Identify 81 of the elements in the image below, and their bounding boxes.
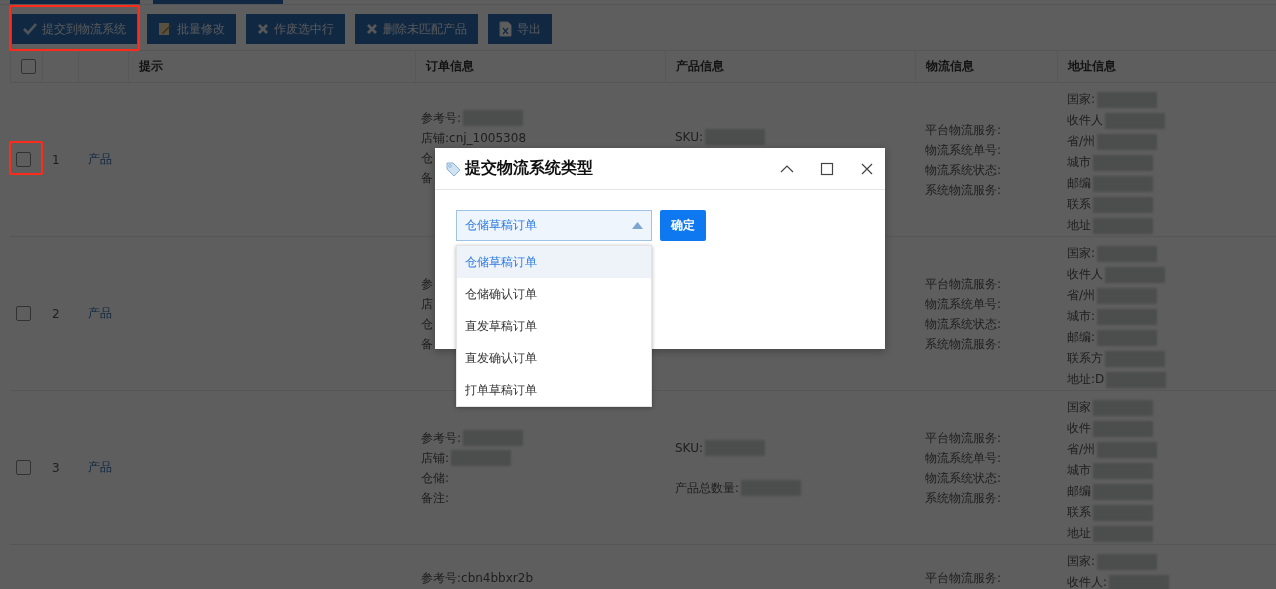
spreadsheet-file-icon: [499, 21, 512, 37]
logistics-info-text: 物流系统单号:: [925, 449, 1002, 467]
checkbox[interactable]: [16, 460, 31, 475]
cross-icon: [366, 23, 378, 35]
maximize-icon: [819, 160, 835, 177]
order-info-text: 备注:: [421, 489, 450, 507]
tag-icon: [445, 160, 461, 177]
address-info-text: 城市: [1067, 462, 1091, 479]
address-info-text: 联系方: [1067, 350, 1103, 367]
dialog-title: 提交物流系统类型: [465, 158, 594, 179]
address-info-text: 地址: [1067, 217, 1091, 234]
caret-up-icon: [632, 222, 643, 229]
row-number: 3: [52, 460, 61, 475]
checkbox[interactable]: [16, 306, 31, 321]
order-info-text: 仓储:: [421, 469, 450, 487]
column-header: 产品信息: [676, 58, 724, 75]
address-info-text: 国家:: [1067, 91, 1096, 108]
address-info-text: 城市:: [1067, 308, 1096, 325]
order-info-text: 参: [421, 275, 433, 293]
logistics-info-text: 平台物流服务:: [925, 570, 1002, 587]
cross-icon: [257, 23, 269, 35]
address-info-text: 城市: [1067, 154, 1091, 171]
order-info-text: 仓: [421, 315, 433, 333]
address-info-text: 联系: [1067, 196, 1091, 213]
order-info-text: 店铺:: [421, 449, 450, 467]
product-link[interactable]: 产品: [88, 305, 128, 322]
logistics-info-text: 物流系统状态:: [925, 161, 1002, 179]
address-info-text: 国家: [1067, 399, 1091, 416]
address-info-text: 国家:: [1067, 245, 1096, 262]
address-info-text: 省/州: [1067, 133, 1096, 150]
product-info-text: SKU:: [675, 439, 703, 457]
address-info-text: 地址:D: [1067, 371, 1105, 388]
address-info-text: 地址: [1067, 525, 1091, 542]
product-link[interactable]: 产品: [88, 151, 128, 168]
column-header: 提示: [139, 58, 163, 75]
toolbar-button[interactable]: 作废选中行: [246, 14, 345, 44]
order-info-text: 参考号:: [421, 429, 462, 447]
logistics-info-text: 物流系统单号:: [925, 141, 1002, 159]
address-info-text: 国家:: [1067, 553, 1096, 570]
column-header: 订单信息: [426, 58, 474, 75]
column-header: 地址信息: [1068, 58, 1116, 75]
row-number: 2: [52, 306, 61, 321]
dropdown-option[interactable]: 仓储确认订单: [457, 278, 651, 310]
pencil-note-icon: [158, 22, 172, 36]
dropdown-option[interactable]: 直发确认订单: [457, 342, 651, 374]
logistics-info-text: 物流系统状态:: [925, 469, 1002, 487]
dropdown-option[interactable]: 直发草稿订单: [457, 310, 651, 342]
product-link[interactable]: 产品: [88, 459, 128, 476]
address-info-text: 收件人: [1067, 266, 1103, 283]
logistics-info-text: 平台物流服务:: [925, 429, 1002, 447]
logistics-info-text: 平台物流服务:: [925, 121, 1002, 139]
column-header: 物流信息: [926, 58, 974, 75]
row-number: 1: [52, 152, 61, 167]
address-info-text: 收件人:: [1067, 574, 1108, 589]
logistics-info-text: 平台物流服务:: [925, 275, 1002, 293]
order-info-text: 备: [421, 335, 433, 353]
check-icon: [23, 23, 37, 35]
type-select[interactable]: 仓储草稿订单: [456, 210, 652, 241]
order-info-text: 仓: [421, 150, 433, 167]
address-info-text: 收件: [1067, 420, 1091, 437]
dropdown-option[interactable]: 打单草稿订单: [457, 374, 651, 406]
logistics-info-text: 系统物流服务:: [925, 181, 1002, 199]
product-info-text: SKU:: [675, 129, 703, 146]
address-info-text: 联系: [1067, 504, 1091, 521]
order-info-text: 参考号:cbn4bbxr2b: [421, 570, 534, 587]
order-info-text: 店铺:cnj_1005308: [421, 130, 527, 147]
logistics-info-text: 物流系统状态:: [925, 315, 1002, 333]
checkbox[interactable]: [16, 152, 31, 167]
logistics-info-text: 物流系统单号:: [925, 295, 1002, 313]
order-info-text: 店: [421, 295, 433, 313]
confirm-button[interactable]: 确定: [660, 210, 706, 241]
address-info-text: 省/州: [1067, 287, 1096, 304]
maximize-button[interactable]: [819, 160, 835, 177]
logistics-info-text: 系统物流服务:: [925, 489, 1002, 507]
order-info-text: 备: [421, 170, 433, 187]
address-info-text: 收件人: [1067, 112, 1103, 129]
order-info-text: 参考号:: [421, 110, 462, 127]
dropdown-option[interactable]: 仓储草稿订单: [457, 246, 651, 278]
logistics-info-text: 系统物流服务:: [925, 335, 1002, 353]
address-info-text: 省/州: [1067, 441, 1096, 458]
checkbox[interactable]: [21, 59, 36, 74]
